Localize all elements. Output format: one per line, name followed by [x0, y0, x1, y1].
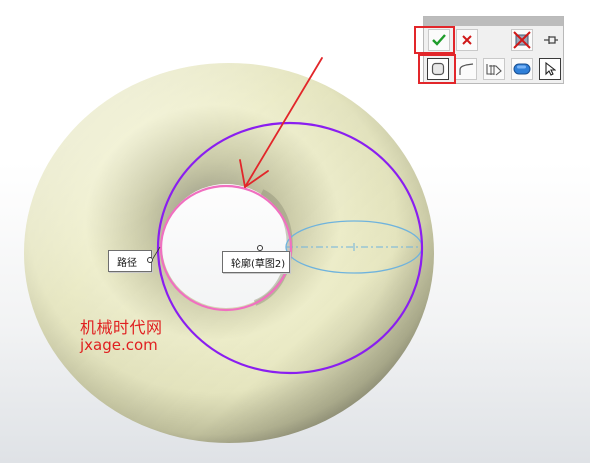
solid-body-button[interactable]: [511, 58, 533, 80]
selection-toolbar: [423, 16, 564, 84]
rounded-square-icon: [431, 62, 445, 76]
profile-callout-label: 轮廓(草图2): [231, 258, 286, 270]
pushpin-icon: [544, 36, 558, 44]
sweep-feature-icon: [486, 64, 502, 76]
solid-body-icon: [513, 63, 531, 75]
cancel-button[interactable]: [456, 29, 478, 51]
path-curve-icon: [459, 63, 474, 75]
path-callout-label: 路径: [117, 257, 137, 269]
checkmark-icon: [432, 34, 446, 46]
path-callout[interactable]: 路径: [108, 250, 152, 272]
closed-profile-button[interactable]: [427, 58, 449, 80]
watermark: 机械时代网 jxage.com: [80, 318, 163, 355]
path-callout-handle[interactable]: [147, 257, 153, 263]
arrow-cursor-icon: [545, 62, 556, 76]
select-button[interactable]: [539, 58, 561, 80]
pin-button[interactable]: [540, 29, 562, 51]
watermark-line1: 机械时代网: [80, 318, 163, 337]
watermark-line2: jxage.com: [80, 336, 158, 355]
open-path-button[interactable]: [455, 58, 477, 80]
x-icon: [462, 35, 472, 45]
sweep-feature-button[interactable]: [483, 58, 505, 80]
toolbar-titlebar[interactable]: [424, 17, 563, 26]
no-preview-icon: [513, 31, 531, 49]
profile-callout[interactable]: 轮廓(草图2): [222, 251, 290, 273]
profile-callout-handle[interactable]: [257, 245, 263, 251]
hide-preview-button[interactable]: [511, 29, 533, 51]
ok-button[interactable]: [428, 29, 450, 51]
